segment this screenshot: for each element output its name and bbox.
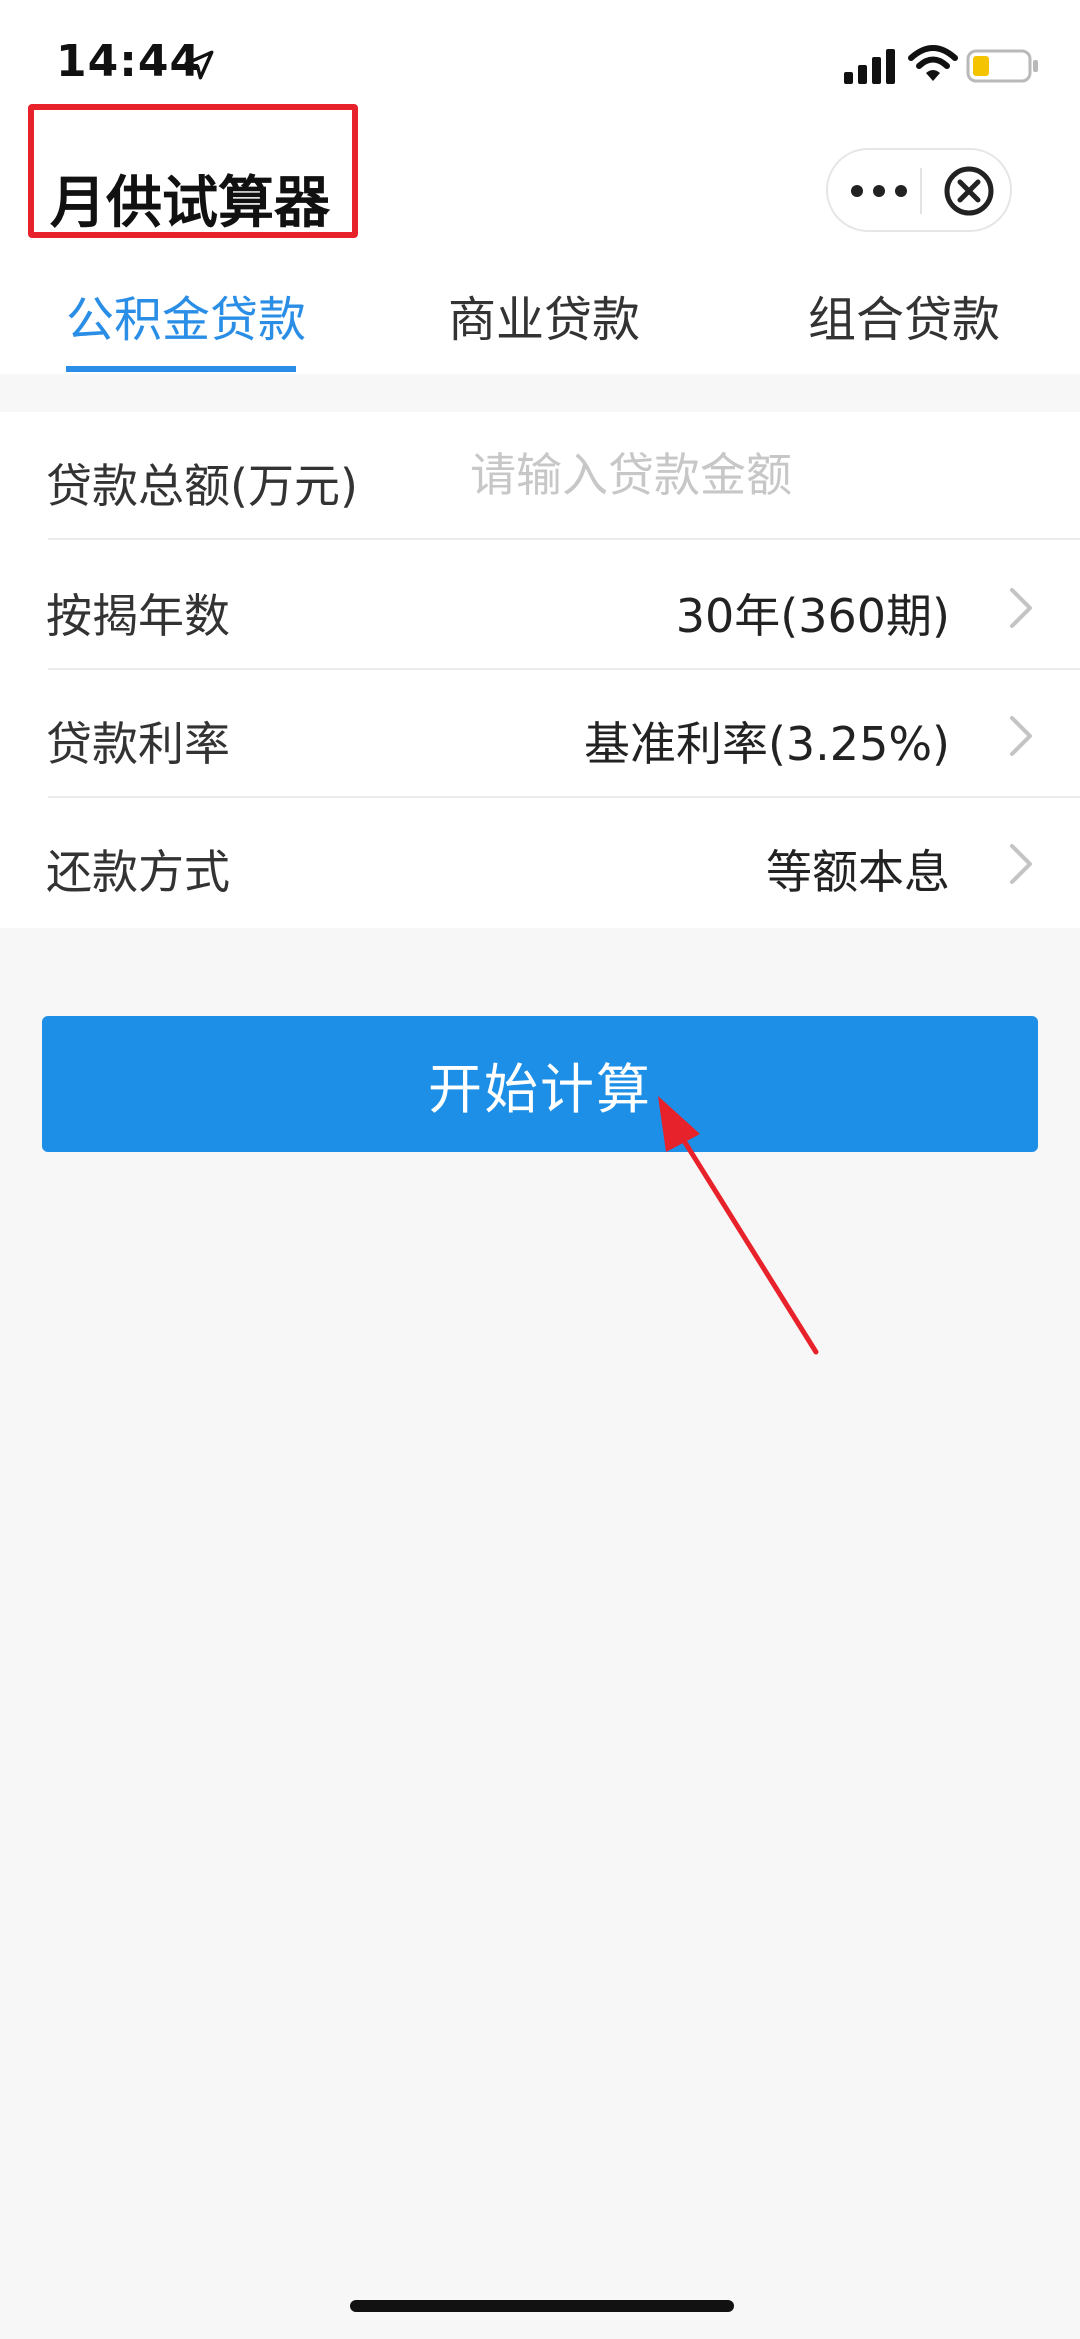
tab-commercial-loan[interactable]: 商业贷款	[448, 280, 640, 350]
repayment-method-value: 等额本息	[766, 845, 950, 899]
cellular-signal-icon	[844, 49, 895, 84]
repayment-method-label: 还款方式	[46, 845, 230, 899]
chevron-right-icon	[1010, 844, 1032, 884]
home-indicator	[350, 2300, 734, 2312]
nav-bar: 月供试算器	[0, 104, 1080, 260]
loan-years-value: 30年(360期)	[675, 589, 950, 643]
status-time: 14:44	[56, 36, 202, 87]
close-icon[interactable]	[942, 164, 996, 218]
chevron-right-icon	[1010, 588, 1032, 628]
start-calculation-button[interactable]: 开始计算	[42, 1016, 1038, 1152]
loan-form: 贷款总额(万元) 按揭年数 30年(360期) 贷款利率 基准利率(3.25%)…	[0, 412, 1080, 928]
tab-combined-loan[interactable]: 组合贷款	[808, 280, 1000, 350]
capsule-divider	[920, 168, 922, 214]
active-tab-underline	[66, 366, 296, 372]
loan-amount-row: 贷款总额(万元)	[0, 412, 1080, 540]
loan-years-row[interactable]: 按揭年数 30年(360期)	[0, 542, 1080, 670]
mini-program-capsule	[826, 148, 1012, 232]
battery-icon	[966, 49, 1038, 83]
loan-rate-row[interactable]: 贷款利率 基准利率(3.25%)	[0, 670, 1080, 798]
more-icon[interactable]	[848, 176, 910, 206]
status-bar: 14:44	[0, 0, 1080, 120]
annotation-arrow-icon	[658, 1096, 819, 1355]
loan-type-tabs: 公积金贷款 商业贷款 组合贷款	[0, 260, 1080, 374]
chevron-right-icon	[1010, 716, 1032, 756]
loan-rate-label: 贷款利率	[46, 717, 230, 771]
wifi-icon	[908, 45, 958, 81]
row-divider	[48, 538, 1080, 540]
repayment-method-row[interactable]: 还款方式 等额本息	[0, 798, 1080, 926]
loan-amount-input[interactable]	[470, 442, 1030, 508]
loan-amount-label: 贷款总额(万元)	[46, 459, 358, 513]
page-title: 月供试算器	[50, 171, 330, 236]
loan-rate-value: 基准利率(3.25%)	[583, 717, 950, 771]
tab-provident-fund-loan[interactable]: 公积金贷款	[66, 280, 306, 350]
location-arrow-icon	[184, 50, 214, 80]
loan-years-label: 按揭年数	[46, 589, 230, 643]
